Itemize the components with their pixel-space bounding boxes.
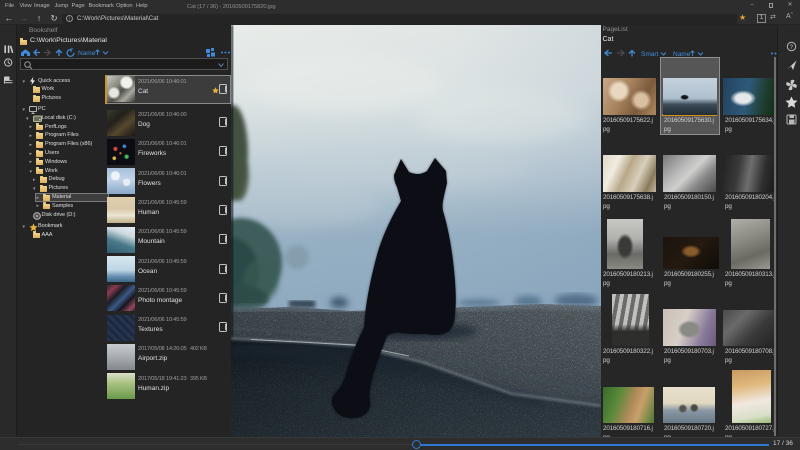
svg-text:Smart: Smart: [641, 51, 659, 58]
svg-text:Name: Name: [78, 50, 96, 57]
